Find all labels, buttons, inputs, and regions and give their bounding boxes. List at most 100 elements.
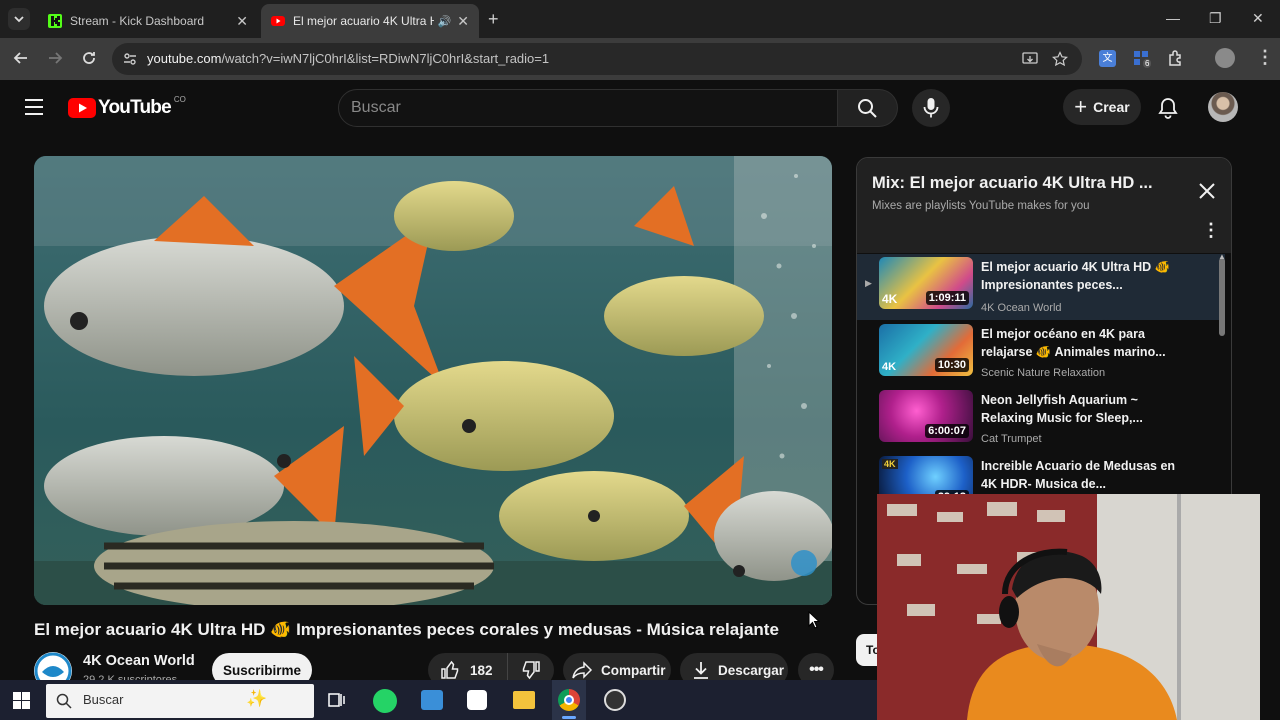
store-app-icon[interactable] — [421, 690, 443, 710]
playlist-item-channel[interactable]: Scenic Nature Relaxation — [981, 367, 1105, 379]
mix-subtitle: Mixes are playlists YouTube makes for yo… — [872, 200, 1090, 212]
mix-title[interactable]: Mix: El mejor acuario 4K Ultra HD ... — [872, 174, 1153, 193]
playlist-item[interactable]: 4K 10:30 El mejor océano en 4K para rela… — [857, 321, 1225, 385]
channel-name[interactable]: 4K Ocean World — [83, 653, 195, 669]
thumbs-up-icon — [441, 660, 459, 679]
whatsapp-icon[interactable] — [373, 689, 397, 713]
start-button[interactable] — [13, 692, 30, 714]
playlist-item-channel[interactable]: 4K Ocean World — [981, 302, 1062, 314]
tab-youtube-video[interactable]: El mejor acuario 4K Ultra HD 🔊 ✕ — [261, 4, 479, 38]
playlist-item[interactable]: ▶ 4K 1:09:11 El mejor acuario 4K Ultra H… — [857, 254, 1225, 320]
microphone-icon — [923, 98, 939, 118]
address-bar[interactable]: youtube.com/watch?v=iwN7ljC0hrI&list=RDi… — [112, 43, 1082, 75]
site-info-icon[interactable] — [122, 51, 138, 67]
puzzle-icon — [1169, 50, 1181, 66]
forward-button[interactable] — [46, 49, 64, 72]
voice-search-button[interactable] — [912, 89, 950, 127]
playlist-item-title[interactable]: El mejor acuario 4K Ultra HD 🐠 Impresion… — [981, 258, 1181, 294]
browser-tab-strip: Stream - Kick Dashboard ✕ El mejor acuar… — [0, 0, 1280, 38]
duration-badge: 10:30 — [934, 358, 969, 372]
arrow-right-icon — [49, 52, 63, 64]
chrome-taskbar-icon[interactable] — [552, 680, 586, 720]
thumbs-down-icon — [522, 661, 540, 680]
more-horizontal-icon: ••• — [809, 661, 824, 678]
playlist-item-channel[interactable]: Cat Trumpet — [981, 433, 1042, 445]
chevron-down-icon — [14, 16, 24, 23]
duration-badge: 6:00:07 — [925, 424, 969, 438]
notifications-button[interactable] — [1158, 97, 1178, 124]
bell-icon — [1158, 98, 1178, 119]
youtube-logo[interactable]: YouTube CO — [68, 94, 186, 119]
playlist-item-title[interactable]: Neon Jellyfish Aquarium ~ Relaxing Music… — [981, 391, 1181, 427]
arrow-left-icon — [13, 52, 27, 64]
audio-playing-icon[interactable]: 🔊 — [438, 15, 452, 28]
playlist-thumbnail[interactable]: 4K 1:09:11 — [879, 257, 973, 309]
playlist-thumbnail[interactable]: 4K 10:30 — [879, 324, 973, 376]
mouse-cursor-icon — [808, 610, 821, 634]
mix-menu-button[interactable]: ⋮ — [1202, 220, 1220, 241]
mix-header: Mix: El mejor acuario 4K Ultra HD ... Mi… — [857, 158, 1231, 253]
create-button[interactable]: + Crear — [1063, 89, 1141, 125]
capcut-icon[interactable] — [467, 690, 487, 710]
search-button[interactable] — [838, 89, 898, 127]
install-app-icon[interactable] — [1022, 51, 1038, 67]
extensions-puzzle-icon[interactable] — [1167, 49, 1185, 72]
search-icon — [56, 693, 72, 709]
tab-kick-dashboard[interactable]: Stream - Kick Dashboard ✕ — [38, 4, 258, 38]
guide-menu-icon[interactable] — [24, 98, 44, 121]
translate-extension-icon[interactable]: 文 — [1099, 50, 1116, 67]
restore-button[interactable]: ❐ — [1209, 10, 1222, 27]
search-box[interactable] — [338, 89, 838, 127]
close-window-button[interactable]: ✕ — [1252, 10, 1264, 27]
4k-badge: 4K — [882, 459, 898, 469]
profile-avatar[interactable] — [1215, 48, 1235, 68]
scroll-up-arrow-icon[interactable]: ▲ — [1218, 252, 1226, 261]
plus-icon: + — [1074, 94, 1088, 119]
tab-search-button[interactable] — [8, 8, 30, 30]
share-arrow-icon — [572, 661, 593, 679]
video-player[interactable] — [34, 156, 832, 605]
search-input[interactable] — [351, 99, 811, 117]
extension-badge-count: 6 — [1143, 59, 1152, 68]
kick-logo-icon — [48, 14, 62, 28]
file-explorer-icon[interactable] — [513, 691, 535, 709]
download-icon — [694, 662, 708, 679]
tab-label: Stream - Kick Dashboard — [70, 14, 205, 28]
sparkle-icon: ✨ — [246, 689, 268, 708]
close-tab-icon[interactable]: ✕ — [236, 13, 248, 30]
4k-badge: 4K — [882, 292, 898, 306]
download-label: Descargar — [718, 662, 785, 678]
reload-button[interactable] — [80, 49, 98, 72]
playlist-scrollbar[interactable] — [1219, 258, 1225, 336]
video-title: El mejor acuario 4K Ultra HD 🐠 Impresion… — [34, 620, 779, 639]
webcam-overlay — [877, 494, 1260, 720]
youtube-logo-text: YouTube — [98, 97, 172, 118]
playlist-item-title[interactable]: El mejor océano en 4K para relajarse 🐠 A… — [981, 325, 1181, 361]
menu-kebab-icon[interactable]: ⋮ — [1256, 47, 1274, 68]
back-button[interactable] — [12, 49, 30, 72]
windows-logo-icon — [13, 692, 30, 709]
close-mix-button[interactable] — [1198, 182, 1216, 205]
playlist-item[interactable]: 6:00:07 Neon Jellyfish Aquarium ~ Relaxi… — [857, 387, 1225, 451]
playlist-item-title[interactable]: Increible Acuario de Medusas en 4K HDR- … — [981, 457, 1181, 493]
search-icon — [858, 99, 877, 118]
extension-badge-icon[interactable]: 6 — [1133, 50, 1152, 68]
task-view-icon[interactable] — [327, 690, 347, 710]
subscribe-label: Suscribirme — [222, 662, 302, 678]
bookmark-star-icon[interactable] — [1052, 51, 1068, 67]
create-label: Crear — [1093, 99, 1130, 115]
duration-badge: 1:09:11 — [925, 291, 969, 305]
youtube-logo-icon — [271, 16, 285, 26]
country-code: CO — [173, 94, 186, 104]
youtube-header: YouTube CO + Crear — [0, 80, 1280, 136]
new-tab-button[interactable]: + — [488, 9, 499, 30]
url-text: youtube.com/watch?v=iwN7ljC0hrI&list=RDi… — [147, 51, 549, 66]
minimize-button[interactable]: — — [1166, 10, 1180, 26]
playlist-thumbnail[interactable]: 6:00:07 — [879, 390, 973, 442]
youtube-play-logo-icon — [68, 98, 96, 118]
taskbar-search-box[interactable]: Buscar ✨ — [46, 684, 314, 718]
close-tab-icon[interactable]: ✕ — [457, 13, 469, 30]
share-label: Compartir — [601, 662, 666, 678]
account-avatar[interactable] — [1208, 92, 1238, 122]
obs-studio-icon[interactable] — [604, 689, 626, 711]
